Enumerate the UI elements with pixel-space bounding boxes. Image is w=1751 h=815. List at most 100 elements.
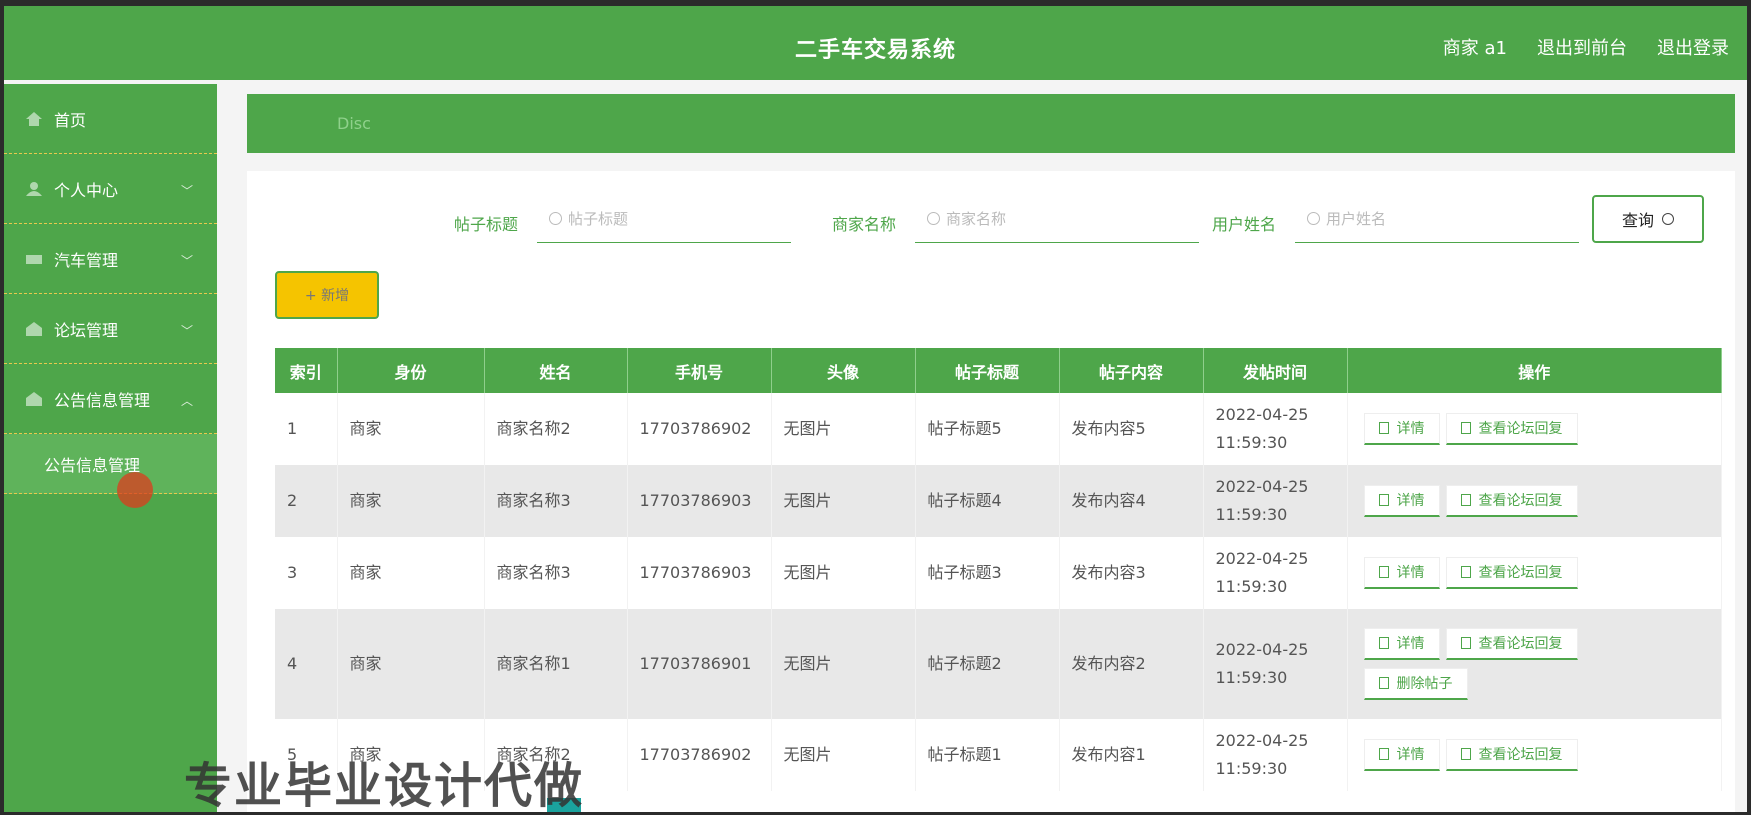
placeholder: 用户姓名 xyxy=(1326,210,1387,228)
cell-title: 帖子标题3 xyxy=(915,537,1060,609)
car-icon xyxy=(26,254,42,264)
cell-name: 商家名称3 xyxy=(484,465,628,537)
th-index: 索引 xyxy=(275,348,338,393)
th-content: 帖子内容 xyxy=(1059,348,1204,393)
app-frame: 二手车交易系统 商家 a1 退出到前台 退出登录 首页 个人中心 ﹀ 汽车管理 … xyxy=(4,6,1747,812)
search-input-user[interactable]: 用户姓名 xyxy=(1295,195,1579,243)
user-link[interactable]: 商家 a1 xyxy=(1443,34,1507,60)
document-icon xyxy=(1378,566,1389,578)
cell-avatar: 无图片 xyxy=(771,537,916,609)
button-label: 查看论坛回复 xyxy=(1478,493,1563,509)
view-replies-button[interactable]: 查看论坛回复 xyxy=(1445,628,1578,660)
cell-phone: 17703786902 xyxy=(627,719,772,791)
query-label: 查询 xyxy=(1621,211,1654,230)
trash-icon xyxy=(1378,677,1389,689)
button-label: 详情 xyxy=(1396,747,1425,763)
table-row: 3 商家 商家名称3 17703786903 无图片 帖子标题3 发布内容3 2022-04-… xyxy=(275,537,1722,609)
cell-idx: 1 xyxy=(275,393,338,465)
cell-role: 商家 xyxy=(337,465,485,537)
query-button[interactable]: 查询 xyxy=(1592,195,1704,243)
top-links: 商家 a1 退出到前台 退出登录 xyxy=(1443,34,1729,60)
chevron-down-icon: ﹀ xyxy=(180,324,193,338)
cell-role: 商家 xyxy=(337,537,485,609)
sidebar-item-label: 论坛管理 xyxy=(54,320,119,340)
edit-icon xyxy=(1460,422,1471,434)
search-input-merchant[interactable]: 商家名称 xyxy=(915,195,1199,243)
cell-phone: 17703786903 xyxy=(627,465,772,537)
cell-name: 商家名称2 xyxy=(484,393,628,465)
cell-avatar: 无图片 xyxy=(771,465,916,537)
edit-icon xyxy=(1460,637,1471,649)
button-label: 详情 xyxy=(1396,636,1425,652)
cell-avatar: 无图片 xyxy=(771,609,916,719)
cell-role: 商家 xyxy=(337,393,485,465)
cell-time: 2022-04-25 11:59:30 xyxy=(1203,537,1348,609)
th-actions: 操作 xyxy=(1347,348,1722,393)
cell-actions: 详情 查看论坛回复 xyxy=(1347,537,1722,609)
search-input-title[interactable]: 帖子标题 xyxy=(537,195,791,243)
detail-button[interactable]: 详情 xyxy=(1363,739,1440,771)
cell-avatar: 无图片 xyxy=(771,393,916,465)
detail-button[interactable]: 详情 xyxy=(1363,413,1440,445)
cell-idx: 2 xyxy=(275,465,338,537)
th-title: 帖子标题 xyxy=(915,348,1060,393)
user-icon xyxy=(26,181,42,196)
detail-button[interactable]: 详情 xyxy=(1363,628,1440,660)
placeholder: 商家名称 xyxy=(946,210,1007,228)
cell-actions: 详情 查看论坛回复 xyxy=(1347,393,1722,465)
sidebar-item-label: 首页 xyxy=(54,110,87,130)
search-icon xyxy=(549,212,562,225)
edit-icon xyxy=(1460,494,1471,506)
placeholder: 帖子标题 xyxy=(568,210,629,228)
sidebar-subitem-notice[interactable]: 公告信息管理 xyxy=(4,434,217,494)
th-role: 身份 xyxy=(337,348,485,393)
cell-time: 2022-04-25 11:59:30 xyxy=(1203,393,1348,465)
cell-role: 商家 xyxy=(337,609,485,719)
view-replies-button[interactable]: 查看论坛回复 xyxy=(1445,739,1578,771)
cell-actions: 详情 查看论坛回复 xyxy=(1347,719,1722,791)
view-replies-button[interactable]: 查看论坛回复 xyxy=(1445,557,1578,589)
chevron-down-icon: ﹀ xyxy=(180,254,193,268)
post-table: 索引 身份 姓名 手机号 头像 帖子标题 帖子内容 发帖时间 操作 1 商家 商家名… xyxy=(275,348,1722,791)
button-label: 查看论坛回复 xyxy=(1478,421,1563,437)
cell-phone: 17703786902 xyxy=(627,393,772,465)
sidebar-item-forum[interactable]: 论坛管理 ﹀ xyxy=(4,294,217,364)
banner-text: Disc xyxy=(337,114,371,133)
cell-time: 2022-04-25 11:59:30 xyxy=(1203,609,1348,719)
cell-time: 2022-04-25 11:59:30 xyxy=(1203,719,1348,791)
cell-phone: 17703786901 xyxy=(627,609,772,719)
button-label: 详情 xyxy=(1396,493,1425,509)
button-label: 删除帖子 xyxy=(1396,676,1453,692)
cell-title: 帖子标题1 xyxy=(915,719,1060,791)
view-replies-button[interactable]: 查看论坛回复 xyxy=(1445,413,1578,445)
watermark: 专业毕业设计代做 xyxy=(184,758,585,812)
edit-icon xyxy=(1460,566,1471,578)
sidebar-item-car[interactable]: 汽车管理 ﹀ xyxy=(4,224,217,294)
sidebar-item-notice[interactable]: 公告信息管理 ︿ xyxy=(4,364,217,434)
detail-button[interactable]: 详情 xyxy=(1363,485,1440,517)
add-button[interactable]: + 新增 xyxy=(275,271,379,319)
table-header-row: 索引 身份 姓名 手机号 头像 帖子标题 帖子内容 发帖时间 操作 xyxy=(275,348,1722,393)
main-panel: 帖子标题 帖子标题 商家名称 商家名称 用户姓名 用户姓名 查询 + 新增 索引… xyxy=(247,171,1735,812)
th-time: 发帖时间 xyxy=(1203,348,1348,393)
notice-icon xyxy=(26,391,42,406)
detail-button[interactable]: 详情 xyxy=(1363,557,1440,589)
view-replies-button[interactable]: 查看论坛回复 xyxy=(1445,485,1578,517)
sidebar-item-personal[interactable]: 个人中心 ﹀ xyxy=(4,154,217,224)
forum-icon xyxy=(26,321,42,336)
back-to-front-link[interactable]: 退出到前台 xyxy=(1537,34,1627,60)
cell-name: 商家名称1 xyxy=(484,609,628,719)
top-bar: 二手车交易系统 商家 a1 退出到前台 退出登录 xyxy=(4,6,1747,80)
cell-idx: 4 xyxy=(275,609,338,719)
search-icon xyxy=(1662,213,1674,225)
search-icon xyxy=(1307,212,1320,225)
logout-link[interactable]: 退出登录 xyxy=(1657,34,1729,60)
sidebar-item-home[interactable]: 首页 xyxy=(4,84,217,154)
th-avatar: 头像 xyxy=(771,348,916,393)
cell-actions: 详情 查看论坛回复 xyxy=(1347,465,1722,537)
cursor-click-indicator xyxy=(117,472,153,508)
sidebar: 首页 个人中心 ﹀ 汽车管理 ﹀ 论坛管理 ﹀ 公告信息管理 ︿ 公告信息管理 xyxy=(4,84,217,812)
th-name: 姓名 xyxy=(484,348,628,393)
delete-post-button[interactable]: 删除帖子 xyxy=(1363,668,1468,700)
table-row: 2 商家 商家名称3 17703786903 无图片 帖子标题4 发布内容4 2022-04-… xyxy=(275,465,1722,537)
